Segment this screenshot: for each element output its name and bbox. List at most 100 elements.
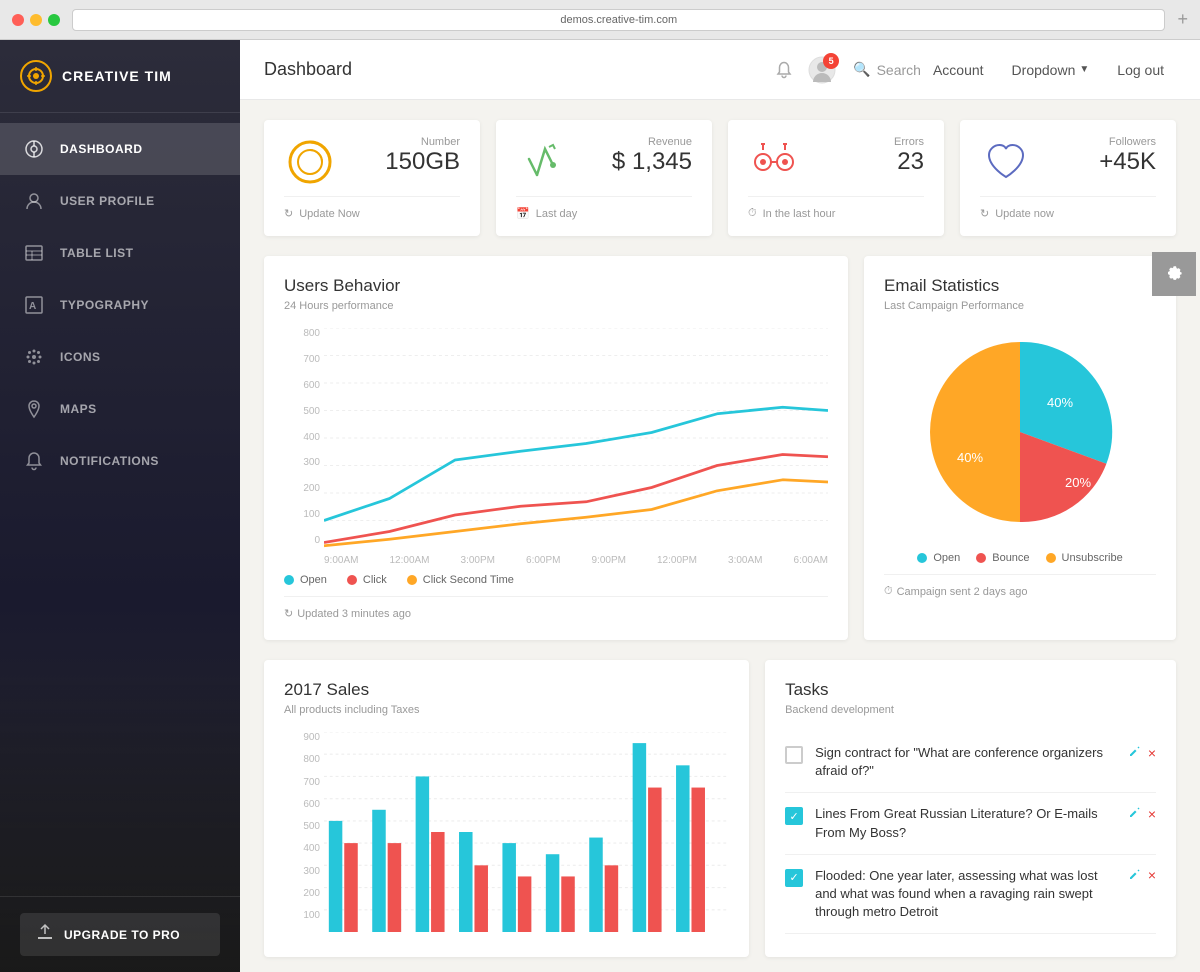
bar-y-100: 100 (284, 910, 320, 921)
email-stats-subtitle: Last Campaign Performance (884, 300, 1156, 312)
sidebar-item-table-list[interactable]: TABLE LIST (0, 227, 240, 279)
upgrade-button[interactable]: UPGRADE TO PRO (20, 913, 220, 956)
x-label-6pm: 6:00PM (526, 555, 560, 566)
sales-card: 2017 Sales All products including Taxes … (264, 660, 749, 957)
svg-text:20%: 20% (1065, 475, 1091, 490)
sidebar-item-icons[interactable]: ICONS (0, 331, 240, 383)
task-item-1: Sign contract for "What are conference o… (785, 732, 1156, 793)
task-delete-2[interactable]: × (1148, 806, 1156, 822)
task-checkbox-2[interactable]: ✓ (785, 807, 803, 825)
user-profile-icon (20, 187, 48, 215)
upgrade-label: UPGRADE TO PRO (64, 928, 180, 942)
task-edit-3[interactable] (1128, 867, 1142, 884)
y-label-800: 800 (284, 328, 320, 339)
dashboard-icon (20, 135, 48, 163)
pie-chart-container: 40% 20% 40% (884, 332, 1156, 532)
maximize-dot[interactable] (48, 14, 60, 26)
y-label-700: 700 (284, 354, 320, 365)
x-label-6am: 6:00AM (794, 555, 828, 566)
task-actions-1: × (1128, 744, 1156, 761)
email-stats-title: Email Statistics (884, 276, 1156, 296)
icons-label: ICONS (60, 350, 101, 364)
stat-footer-number: Update Now (299, 208, 360, 220)
x-label-3am: 3:00AM (728, 555, 762, 566)
sales-title: 2017 Sales (284, 680, 729, 700)
x-label-3pm: 3:00PM (461, 555, 495, 566)
bar-y-700: 700 (284, 777, 320, 788)
typography-icon: A (20, 291, 48, 319)
logout-link[interactable]: Log out (1105, 56, 1176, 84)
sidebar-item-maps[interactable]: MAPS (0, 383, 240, 435)
task-actions-3: × (1128, 867, 1156, 884)
maps-label: MAPS (60, 402, 97, 416)
pie-legend-open: Open (917, 552, 960, 564)
url-bar[interactable]: demos.creative-tim.com (72, 9, 1165, 31)
content-area: Number 150GB ↻ Update Now (240, 100, 1200, 972)
url-text: demos.creative-tim.com (560, 14, 677, 26)
gear-button[interactable] (1152, 252, 1196, 296)
sidebar-footer: UPGRADE TO PRO (0, 896, 240, 972)
svg-text:40%: 40% (957, 450, 983, 465)
task-delete-1[interactable]: × (1148, 745, 1156, 761)
stat-value-number: 150GB (385, 148, 460, 176)
sidebar-item-notifications[interactable]: NOTIFICATIONS (0, 435, 240, 487)
users-behavior-footer: ↻ Updated 3 minutes ago (284, 596, 828, 620)
charts-row: Users Behavior 24 Hours performance 800 … (264, 256, 1176, 640)
tasks-card: Tasks Backend development Sign contract … (765, 660, 1176, 957)
account-link[interactable]: Account (921, 56, 996, 84)
users-behavior-title: Users Behavior (284, 276, 828, 296)
stat-label-number: Number (385, 136, 460, 148)
users-behavior-subtitle: 24 Hours performance (284, 300, 828, 312)
revenue-icon (516, 136, 568, 188)
sidebar-logo[interactable]: CREATIVE TIM (0, 40, 240, 113)
y-label-200: 200 (284, 483, 320, 494)
legend-label-open: Open (300, 574, 327, 586)
number-icon (284, 136, 336, 188)
sidebar-item-typography[interactable]: A TYPOGRAPHY (0, 279, 240, 331)
notification-bell-button[interactable] (769, 55, 799, 85)
task-text-1: Sign contract for "What are conference o… (815, 744, 1116, 780)
tasks-subtitle: Backend development (785, 704, 1156, 716)
pie-label-open: Open (933, 552, 960, 564)
new-tab-button[interactable]: + (1177, 9, 1188, 30)
task-checkbox-3[interactable]: ✓ (785, 869, 803, 887)
stat-value-errors: 23 (894, 148, 924, 176)
x-label-9am: 9:00AM (324, 555, 358, 566)
pie-label-unsubscribe: Unsubscribe (1062, 552, 1123, 564)
y-label-0: 0 (284, 535, 320, 546)
search-bar[interactable]: 🔍 Search (853, 61, 921, 78)
pie-legend-bounce: Bounce (976, 552, 1029, 564)
legend-dot-open (284, 575, 294, 585)
task-edit-1[interactable] (1128, 744, 1142, 761)
close-dot[interactable] (12, 14, 24, 26)
dropdown-menu[interactable]: Dropdown ▼ (1000, 56, 1102, 84)
stat-value-followers: +45K (1099, 148, 1156, 176)
refresh-icon-chart: ↻ (284, 607, 293, 620)
calendar-icon: 📅 (516, 207, 530, 220)
notification-count: 5 (823, 53, 839, 69)
task-delete-3[interactable]: × (1148, 867, 1156, 883)
email-stats-footer-text: Campaign sent 2 days ago (897, 586, 1028, 598)
sidebar-nav: DASHBOARD USER PROFILE (0, 113, 240, 896)
main-content: Dashboard 5 🔍 (240, 40, 1200, 972)
x-label-12pm: 12:00PM (657, 555, 697, 566)
sidebar-item-user-profile[interactable]: USER PROFILE (0, 175, 240, 227)
email-stats-footer: ⏱ Campaign sent 2 days ago (884, 574, 1156, 598)
followers-icon (980, 136, 1032, 188)
legend-click: Click (347, 574, 387, 586)
avatar-button[interactable]: 5 (807, 55, 837, 85)
task-edit-2[interactable] (1128, 805, 1142, 822)
sidebar-item-dashboard[interactable]: DASHBOARD (0, 123, 240, 175)
stat-card-followers: Followers +45K ↻ Update now (960, 120, 1176, 236)
task-checkbox-1[interactable] (785, 746, 803, 764)
header-nav: Account Dropdown ▼ Log out (921, 56, 1176, 84)
header: Dashboard 5 🔍 (240, 40, 1200, 100)
svg-text:40%: 40% (1047, 395, 1073, 410)
maps-icon (20, 395, 48, 423)
x-label-9pm: 9:00PM (592, 555, 626, 566)
line-chart-svg (324, 328, 828, 548)
stat-label-followers: Followers (1099, 136, 1156, 148)
stat-card-number: Number 150GB ↻ Update Now (264, 120, 480, 236)
minimize-dot[interactable] (30, 14, 42, 26)
bar-y-500: 500 (284, 821, 320, 832)
